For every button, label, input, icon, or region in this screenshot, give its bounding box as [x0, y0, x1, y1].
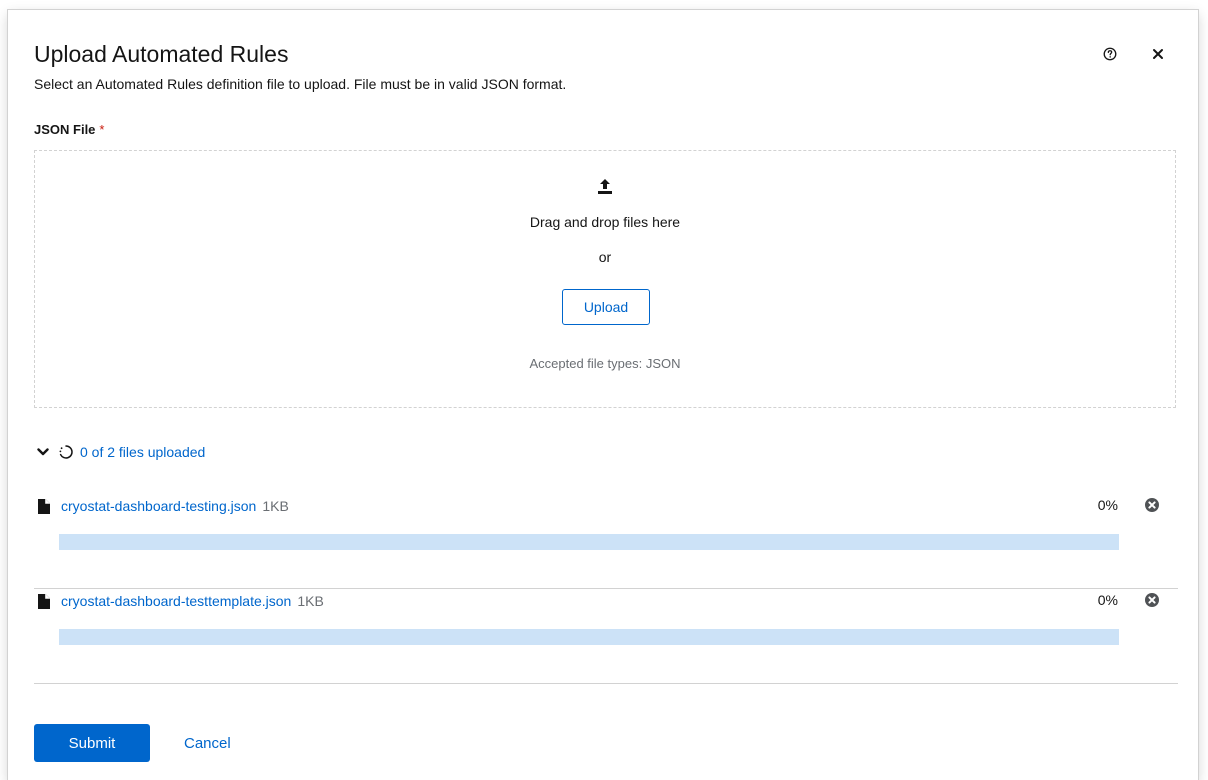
accepted-file-types: Accepted file types: JSON — [529, 356, 681, 371]
file-row: cryostat-dashboard-testing.json 1KB — [34, 494, 1178, 518]
file-icon — [37, 593, 51, 609]
dropzone-title: Drag and drop files here — [529, 214, 681, 230]
json-file-label: JSON File * — [34, 122, 104, 137]
file-dropzone[interactable]: Drag and drop files here or Upload Accep… — [34, 150, 1176, 408]
close-button[interactable] — [1146, 42, 1170, 66]
remove-file-button[interactable] — [1144, 497, 1160, 513]
file-row: cryostat-dashboard-testtemplate.json 1KB — [34, 589, 1178, 613]
file-list-item: cryostat-dashboard-testtemplate.json 1KB… — [34, 589, 1178, 684]
times-circle-icon — [1145, 593, 1159, 607]
file-list-item: cryostat-dashboard-testing.json 1KB 0% — [34, 494, 1178, 589]
file-icon — [37, 498, 51, 514]
upload-modal: Upload Automated Rules Select an Automat… — [8, 10, 1198, 780]
file-size: 1KB — [262, 498, 289, 514]
upload-icon — [598, 179, 612, 194]
upload-status-text: 0 of 2 files uploaded — [80, 444, 206, 460]
file-size: 1KB — [297, 593, 324, 609]
upload-button[interactable]: Upload — [562, 289, 650, 325]
file-progress-bar — [59, 534, 1119, 550]
in-progress-icon — [58, 444, 74, 460]
cancel-button[interactable]: Cancel — [170, 724, 245, 762]
file-name[interactable]: cryostat-dashboard-testing.json — [61, 498, 256, 514]
required-indicator: * — [99, 122, 105, 137]
file-progress-percent: 0% — [1097, 592, 1118, 608]
close-icon — [1153, 49, 1163, 59]
remove-file-button[interactable] — [1144, 592, 1160, 608]
times-circle-icon — [1145, 498, 1159, 512]
dropzone-icon-wrap — [35, 178, 1175, 198]
dropzone-or: or — [598, 249, 612, 265]
submit-button[interactable]: Submit — [34, 724, 150, 762]
json-file-label-text: JSON File — [34, 122, 96, 137]
file-progress-percent: 0% — [1097, 497, 1118, 513]
modal-description: Select an Automated Rules definition fil… — [34, 76, 567, 92]
help-button[interactable] — [1098, 42, 1122, 66]
modal-header: Upload Automated Rules Select an Automat… — [34, 40, 1178, 94]
modal-title: Upload Automated Rules — [34, 41, 289, 67]
help-circle-icon — [1103, 47, 1117, 61]
file-name[interactable]: cryostat-dashboard-testtemplate.json — [61, 593, 291, 609]
chevron-down-icon — [36, 445, 50, 459]
file-progress-bar — [59, 629, 1119, 645]
upload-status-toggle[interactable]: 0 of 2 files uploaded — [36, 444, 205, 460]
